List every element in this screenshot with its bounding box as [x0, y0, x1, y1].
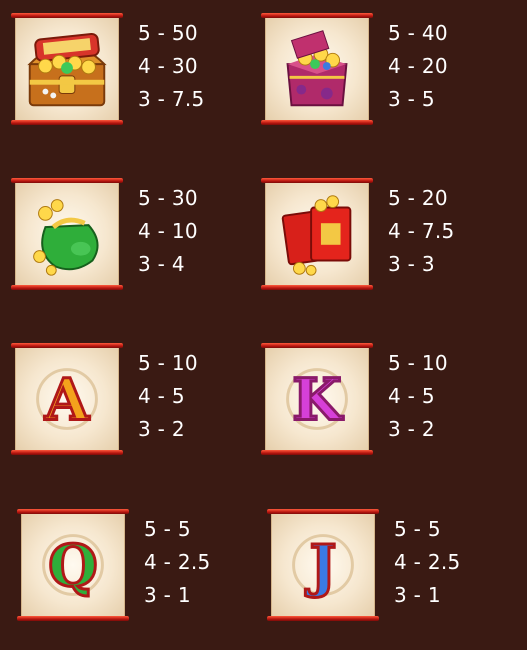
treasure-chest-icon [27, 33, 107, 107]
payout-3: 3 - 1 [394, 583, 441, 607]
payout-list: 5 - 50 4 - 30 3 - 7.5 [138, 17, 205, 116]
payout-list: 5 - 10 4 - 5 3 - 2 [138, 347, 198, 446]
symbol-scroll [261, 13, 373, 125]
payout-4: 4 - 30 [138, 54, 198, 78]
symbol-scroll: Q [17, 509, 129, 621]
gift-box-icon [286, 30, 348, 107]
payout-5: 5 - 20 [388, 186, 448, 210]
symbol-scroll: J [267, 509, 379, 621]
payout-5: 5 - 30 [138, 186, 198, 210]
payout-3: 3 - 2 [388, 417, 435, 441]
payout-3: 3 - 5 [388, 87, 435, 111]
symbol-scroll [261, 178, 373, 290]
payout-4: 4 - 5 [388, 384, 435, 408]
payout-4: 4 - 2.5 [144, 550, 211, 574]
payout-list: 5 - 40 4 - 20 3 - 5 [388, 17, 448, 116]
payout-5: 5 - 5 [394, 517, 441, 541]
payout-5: 5 - 10 [388, 351, 448, 375]
payout-list: 5 - 20 4 - 7.5 3 - 3 [388, 182, 455, 281]
money-bag-icon [33, 199, 99, 276]
payout-3: 3 - 4 [138, 252, 185, 276]
payout-5: 5 - 5 [144, 517, 191, 541]
payout-3: 3 - 3 [388, 252, 435, 276]
payout-4: 4 - 20 [388, 54, 448, 78]
payout-3: 3 - 7.5 [138, 87, 205, 111]
payout-3: 3 - 1 [144, 583, 191, 607]
payout-list: 5 - 10 4 - 5 3 - 2 [388, 347, 448, 446]
payout-list: 5 - 30 4 - 10 3 - 4 [138, 182, 198, 281]
payout-4: 4 - 5 [138, 384, 185, 408]
payout-4: 4 - 10 [138, 219, 198, 243]
payout-list: 5 - 5 4 - 2.5 3 - 1 [394, 513, 461, 612]
letter-a-icon: A [36, 366, 98, 435]
symbol-scroll [11, 13, 123, 125]
payout-5: 5 - 40 [388, 21, 448, 45]
payout-4: 4 - 2.5 [394, 550, 461, 574]
symbol-scroll [11, 178, 123, 290]
letter-j-icon: J [292, 532, 354, 601]
red-envelope-icon [281, 195, 352, 276]
payout-list: 5 - 5 4 - 2.5 3 - 1 [144, 513, 211, 612]
symbol-scroll: K [261, 343, 373, 455]
svg-text:Q: Q [48, 534, 98, 600]
payout-5: 5 - 50 [138, 21, 198, 45]
letter-k-icon: K [286, 366, 348, 435]
svg-text:A: A [44, 368, 90, 434]
letter-q-icon: Q [42, 532, 104, 601]
payout-5: 5 - 10 [138, 351, 198, 375]
svg-text:K: K [292, 368, 344, 434]
svg-text:J: J [305, 534, 337, 600]
symbol-scroll: A [11, 343, 123, 455]
payout-4: 4 - 7.5 [388, 219, 455, 243]
payout-3: 3 - 2 [138, 417, 185, 441]
